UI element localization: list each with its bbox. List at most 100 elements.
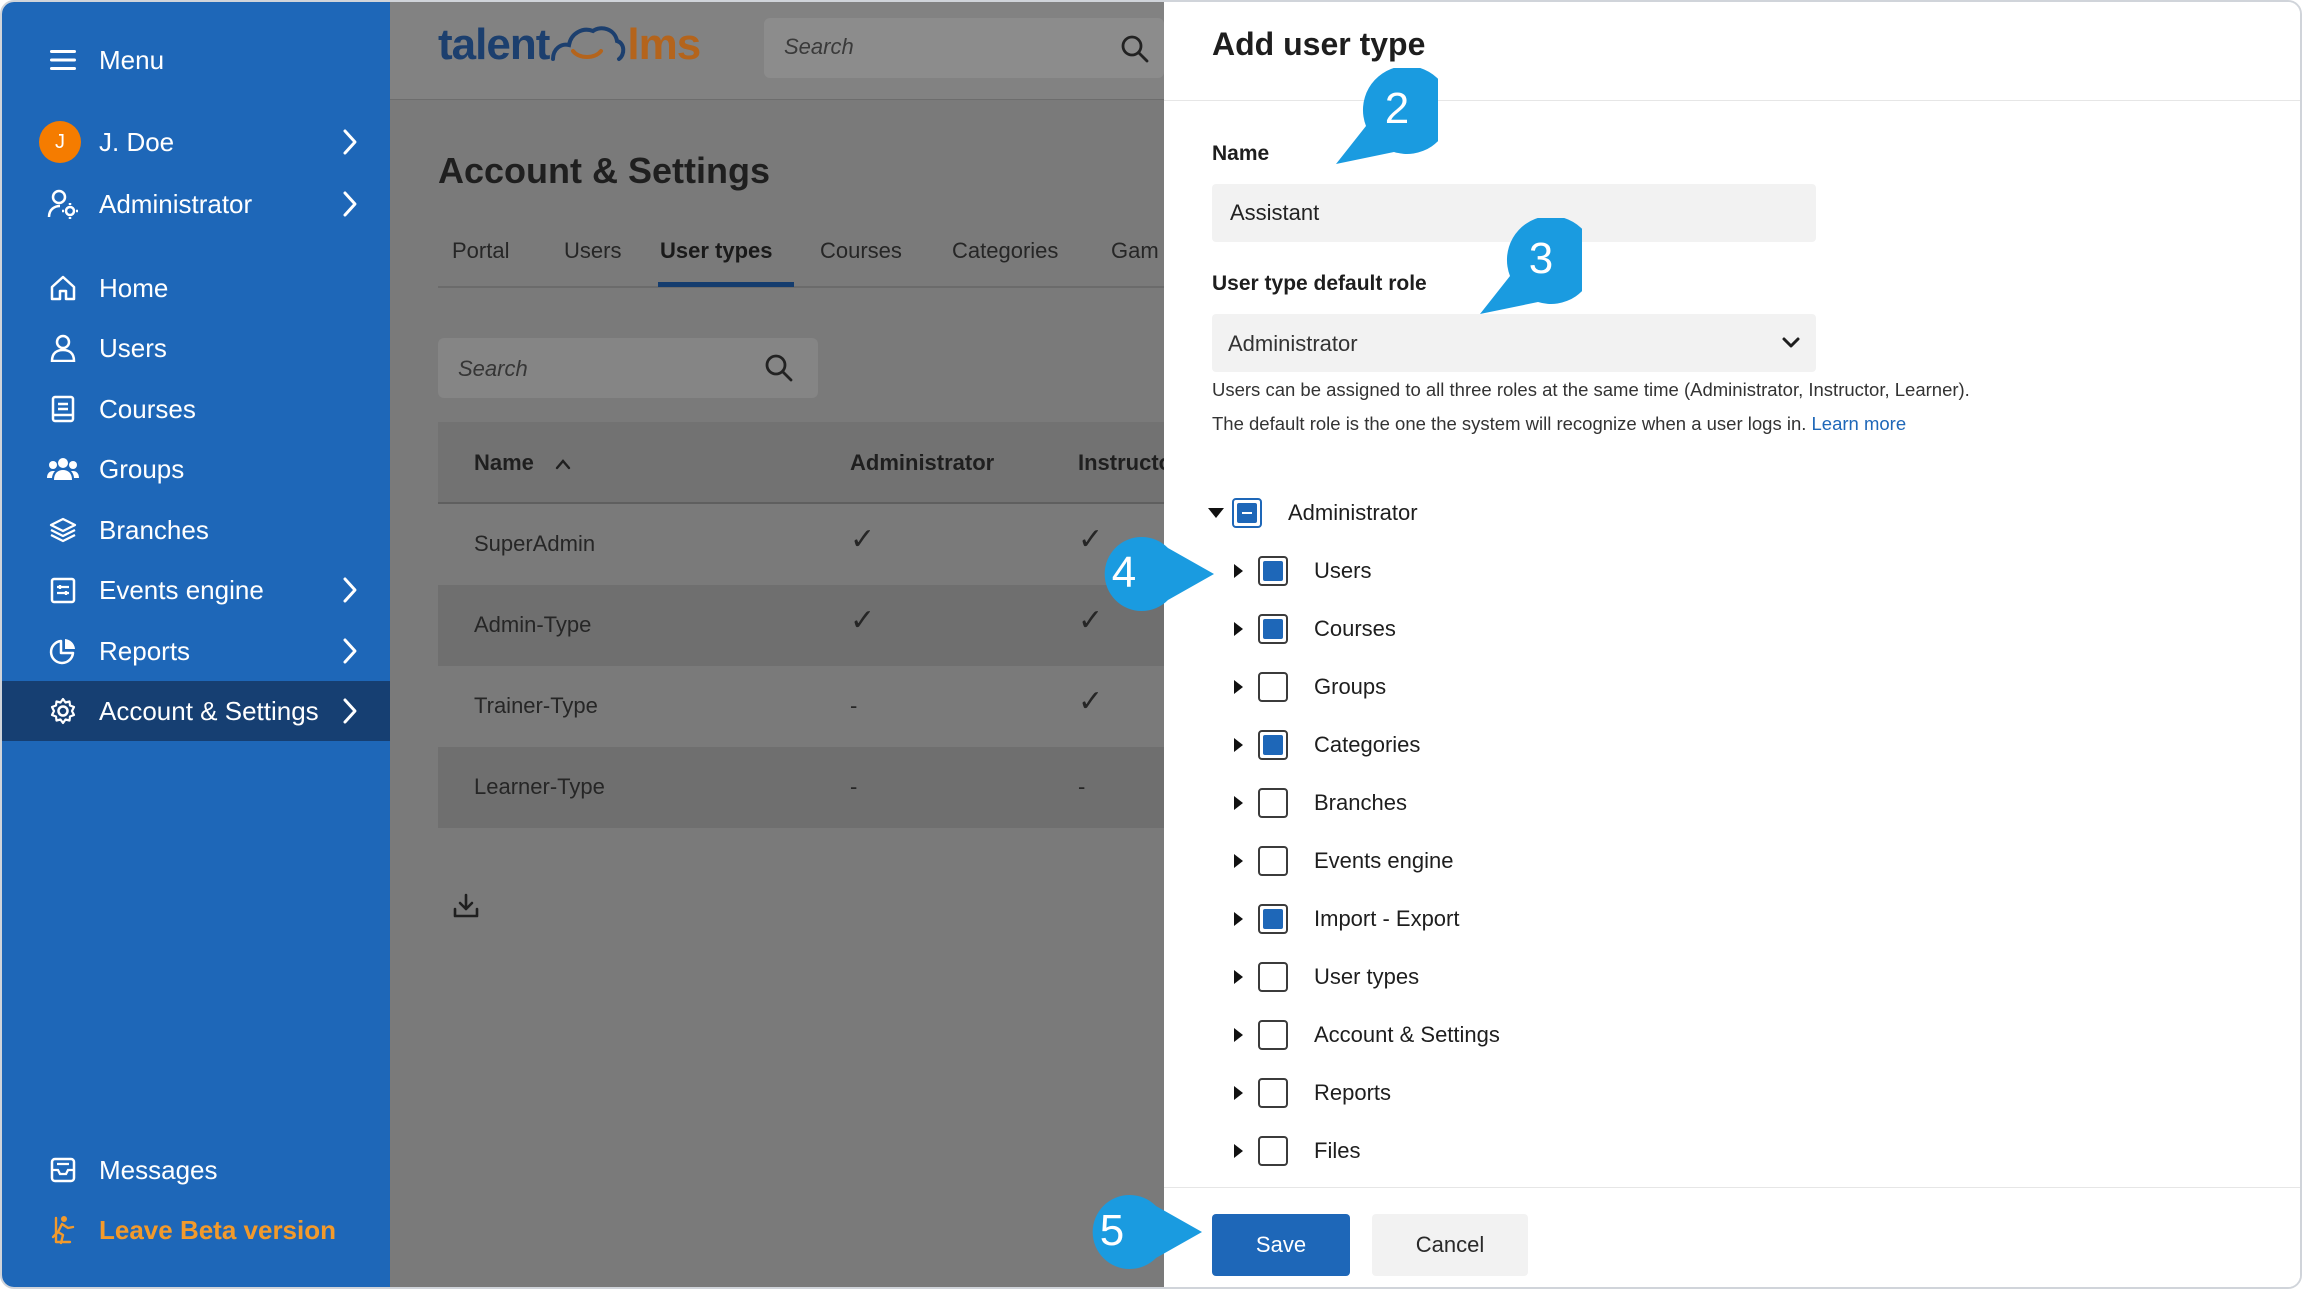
tree-item-events-engine: Events engine — [1234, 836, 1634, 886]
user-types-checkbox[interactable] — [1258, 962, 1288, 992]
caret-right-icon[interactable] — [1234, 1144, 1243, 1158]
caret-right-icon[interactable] — [1234, 970, 1243, 984]
sidebar-item-label: Events engine — [99, 574, 264, 605]
tab-categories[interactable]: Categories — [952, 238, 1058, 264]
tree-item-reports: Reports — [1234, 1068, 1634, 1118]
sidebar-item-events-engine[interactable]: Events engine — [2, 560, 390, 620]
admin-check: - — [850, 774, 858, 799]
sidebar-item-courses[interactable]: Courses — [2, 379, 390, 439]
user-gear-icon — [46, 187, 80, 221]
panel-title: Add user type — [1212, 26, 1426, 62]
admin-check: ✓ — [850, 523, 876, 556]
caret-right-icon[interactable] — [1234, 854, 1243, 868]
account-settings-checkbox[interactable] — [1258, 1020, 1288, 1050]
menu-toggle[interactable]: Menu — [2, 30, 390, 90]
table-row[interactable]: Trainer-Type - ✓ — [438, 666, 1164, 747]
tree-item-users: Users — [1234, 546, 1634, 596]
global-search-input[interactable]: Search — [764, 18, 1164, 78]
table-header: Name Administrator Instructo — [438, 422, 1164, 504]
administrator-checkbox[interactable] — [1232, 498, 1262, 528]
courses-checkbox[interactable] — [1258, 614, 1288, 644]
table-row[interactable]: Learner-Type - - — [438, 747, 1164, 828]
caret-right-icon[interactable] — [1234, 1086, 1243, 1100]
groups-checkbox[interactable] — [1258, 672, 1288, 702]
chevron-right-icon — [343, 638, 357, 664]
import-export-checkbox[interactable] — [1258, 904, 1288, 934]
table-row[interactable]: Admin-Type ✓ ✓ — [438, 585, 1164, 666]
categories-checkbox[interactable] — [1258, 730, 1288, 760]
tree-item-user-types: User types — [1234, 952, 1634, 1002]
user-types-search-input[interactable]: Search — [438, 338, 818, 398]
leave-beta-link[interactable]: Leave Beta version — [2, 1200, 390, 1260]
caret-right-icon[interactable] — [1234, 622, 1243, 636]
caret-right-icon[interactable] — [1234, 912, 1243, 926]
save-button[interactable]: Save — [1212, 1214, 1350, 1276]
users-checkbox[interactable] — [1258, 556, 1288, 586]
caret-right-icon[interactable] — [1234, 796, 1243, 810]
tab-courses[interactable]: Courses — [820, 238, 902, 264]
caret-right-icon[interactable] — [1234, 738, 1243, 752]
column-header-instructor[interactable]: Instructo — [1078, 450, 1164, 476]
talentlms-logo[interactable]: talent lms — [438, 20, 701, 70]
cloud-smile-icon — [551, 26, 626, 61]
column-header-name[interactable]: Name — [474, 450, 572, 476]
tree-label: Groups — [1314, 674, 1387, 699]
tree-label: Branches — [1314, 790, 1407, 815]
cancel-button[interactable]: Cancel — [1372, 1214, 1528, 1276]
app-window: Menu J J. Doe Administrator Home Users C… — [0, 0, 2302, 1289]
download-icon[interactable] — [452, 892, 480, 920]
name-label: Name — [1212, 142, 1270, 165]
role-label: Administrator — [99, 188, 253, 219]
default-role-select[interactable]: Administrator — [1212, 314, 1816, 372]
sort-up-icon — [555, 459, 571, 470]
user-type-name: Admin-Type — [474, 612, 592, 637]
sidebar-item-label: Groups — [99, 453, 185, 484]
tree-item-import-export: Import - Export — [1234, 894, 1634, 944]
sidebar-item-label: Branches — [99, 514, 209, 545]
tree-item-files: Files — [1234, 1126, 1634, 1176]
tree-root-administrator: Administrator — [1208, 488, 1508, 538]
admin-check: ✓ — [850, 604, 876, 637]
user-type-name: Trainer-Type — [474, 693, 598, 718]
search-icon — [1121, 35, 1149, 63]
role-switcher[interactable]: Administrator — [2, 174, 390, 234]
caret-down-icon[interactable] — [1208, 508, 1224, 518]
tree-item-categories: Categories — [1234, 720, 1634, 770]
sidebar-item-home[interactable]: Home — [2, 258, 390, 318]
caret-right-icon[interactable] — [1234, 680, 1243, 694]
tab-portal[interactable]: Portal — [452, 238, 509, 264]
callout-step-5: 5 — [1080, 1194, 1204, 1272]
reports-checkbox[interactable] — [1258, 1078, 1288, 1108]
sidebar-item-account-settings[interactable]: Account & Settings — [2, 681, 390, 741]
branches-checkbox[interactable] — [1258, 788, 1288, 818]
page-title: Account & Settings — [438, 150, 771, 191]
sidebar-item-groups[interactable]: Groups — [2, 439, 390, 499]
tree-label: Account & Settings — [1314, 1022, 1500, 1047]
sidebar-item-branches[interactable]: Branches — [2, 500, 390, 560]
tree-item-groups: Groups — [1234, 662, 1634, 712]
tab-user-types[interactable]: User types — [660, 238, 773, 264]
tab-gamification[interactable]: Gam — [1111, 238, 1159, 264]
caret-right-icon[interactable] — [1234, 564, 1243, 578]
sidebar-item-reports[interactable]: Reports — [2, 621, 390, 681]
chevron-right-icon — [343, 191, 357, 217]
sidebar-item-users[interactable]: Users — [2, 318, 390, 378]
tab-users[interactable]: Users — [564, 238, 621, 264]
column-header-administrator[interactable]: Administrator — [850, 450, 994, 476]
sidebar-item-messages[interactable]: Messages — [2, 1140, 390, 1200]
table-row[interactable]: SuperAdmin ✓ ✓ — [438, 504, 1164, 585]
tree-label: Import - Export — [1314, 906, 1460, 931]
tree-label: Categories — [1314, 732, 1421, 757]
files-checkbox[interactable] — [1258, 1136, 1288, 1166]
sidebar-item-label: Messages — [99, 1154, 218, 1185]
exit-door-icon — [46, 1213, 80, 1247]
active-tab-indicator — [658, 282, 794, 287]
tree-label: Courses — [1314, 616, 1396, 641]
callout-step-4: 4 — [1092, 536, 1216, 614]
events-engine-checkbox[interactable] — [1258, 846, 1288, 876]
default-role-label: User type default role — [1212, 272, 1427, 295]
caret-right-icon[interactable] — [1234, 1028, 1243, 1042]
tree-item-courses: Courses — [1234, 604, 1634, 654]
learn-more-link[interactable]: Learn more — [1812, 413, 1907, 434]
user-profile-item[interactable]: J J. Doe — [2, 112, 390, 172]
